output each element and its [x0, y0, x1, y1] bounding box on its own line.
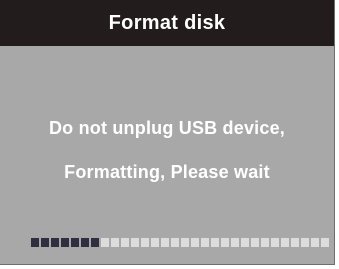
progress-segment-empty — [141, 238, 149, 247]
progress-segment-empty — [271, 238, 279, 247]
progress-segment-filled — [91, 238, 99, 247]
progress-bar — [31, 238, 329, 247]
progress-segment-empty — [211, 238, 219, 247]
progress-segment-empty — [101, 238, 109, 247]
progress-segment-empty — [131, 238, 139, 247]
warning-message: Do not unplug USB device, — [48, 118, 285, 138]
progress-segment-filled — [31, 238, 39, 247]
progress-segment-empty — [171, 238, 179, 247]
progress-segment-empty — [151, 238, 159, 247]
progress-segment-empty — [261, 238, 269, 247]
progress-segment-empty — [161, 238, 169, 247]
progress-segment-empty — [201, 238, 209, 247]
progress-segment-empty — [291, 238, 299, 247]
title-bar: Format disk — [0, 0, 334, 46]
progress-segment-empty — [221, 238, 229, 247]
progress-segment-empty — [191, 238, 199, 247]
progress-segment-filled — [51, 238, 59, 247]
progress-segment-filled — [41, 238, 49, 247]
progress-segment-filled — [61, 238, 69, 247]
progress-segment-empty — [181, 238, 189, 247]
progress-segment-empty — [111, 238, 119, 247]
progress-segment-empty — [121, 238, 129, 247]
progress-segment-empty — [321, 238, 329, 247]
progress-segment-filled — [71, 238, 79, 247]
progress-segment-empty — [281, 238, 289, 247]
format-disk-screen: Format disk Do not unplug USB device, Fo… — [0, 0, 335, 265]
status-message: Formatting, Please wait — [64, 162, 270, 182]
progress-segment-empty — [301, 238, 309, 247]
progress-segment-filled — [81, 238, 89, 247]
dialog-title: Format disk — [108, 11, 226, 34]
progress-segment-empty — [251, 238, 259, 247]
progress-segment-empty — [241, 238, 249, 247]
progress-segment-empty — [231, 238, 239, 247]
progress-segment-empty — [311, 238, 319, 247]
